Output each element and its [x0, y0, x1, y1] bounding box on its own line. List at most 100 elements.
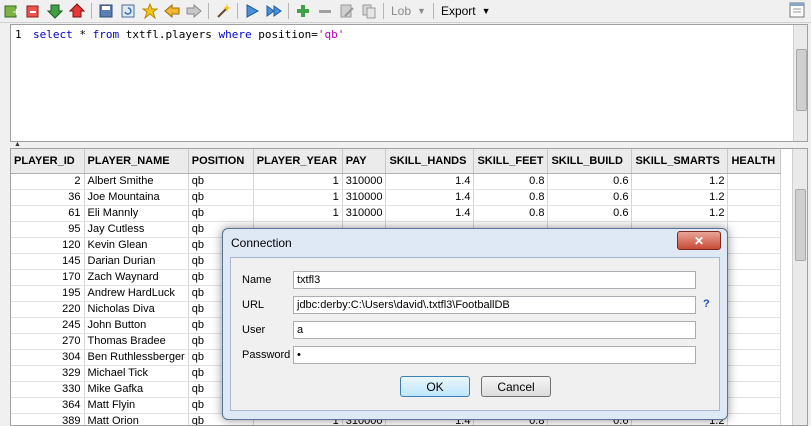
table-row[interactable]: 61 Eli Mannly qb 1 310000 1.4 0.8 0.6 1.2	[11, 205, 782, 222]
column-header[interactable]: SKILL_BUILD	[547, 149, 633, 174]
column-header[interactable]: SKILL_HANDS	[385, 149, 475, 174]
table-cell[interactable]: 270	[11, 333, 85, 350]
table-cell[interactable]	[727, 397, 782, 414]
table-cell[interactable]: Mike Gafka	[84, 381, 189, 398]
table-cell[interactable]: 310000	[342, 173, 387, 190]
export-dropdown[interactable]: Export ▼	[437, 2, 495, 20]
editor-scrollbar[interactable]	[793, 25, 807, 141]
table-cell[interactable]: Andrew HardLuck	[84, 285, 189, 302]
table-cell[interactable]: Kevin Glean	[84, 237, 189, 254]
sql-editor[interactable]: 1 select * from txtfl.players where posi…	[10, 24, 808, 142]
editor-scroll-thumb[interactable]	[796, 49, 807, 111]
table-cell[interactable]: 145	[11, 253, 85, 270]
table-cell[interactable]: 310000	[342, 189, 387, 206]
table-cell[interactable]: Zach Waynard	[84, 269, 189, 286]
table-row[interactable]: 36 Joe Mountaina qb 1 310000 1.4 0.8 0.6 1.2	[11, 189, 782, 206]
table-cell[interactable]: 195	[11, 285, 85, 302]
password-field[interactable]: •	[293, 346, 696, 364]
table-cell[interactable]: Nicholas Diva	[84, 301, 189, 318]
refresh-icon[interactable]	[117, 1, 139, 21]
table-cell[interactable]	[727, 285, 782, 302]
table-cell[interactable]: 170	[11, 269, 85, 286]
table-cell[interactable]: Albert Smithe	[84, 173, 189, 190]
table-cell[interactable]: Michael Tick	[84, 365, 189, 382]
arrow-down-icon[interactable]	[44, 1, 66, 21]
sql-code[interactable]: select * from txtfl.players where positi…	[33, 28, 344, 41]
table-cell[interactable]: 0.6	[547, 173, 633, 190]
table-cell[interactable]: Joe Mountaina	[84, 189, 189, 206]
table-cell[interactable]	[727, 333, 782, 350]
run-all-icon[interactable]	[263, 1, 285, 21]
run-icon[interactable]	[241, 1, 263, 21]
table-cell[interactable]: Darian Durian	[84, 253, 189, 270]
table-cell[interactable]	[727, 317, 782, 334]
table-cell[interactable]: 389	[11, 413, 85, 425]
table-cell[interactable]: 0.8	[473, 173, 549, 190]
table-cell[interactable]: qb	[188, 205, 254, 222]
table-cell[interactable]: John Button	[84, 317, 189, 334]
table-cell[interactable]: 95	[11, 221, 85, 238]
column-header[interactable]: SKILL_SMARTS	[631, 149, 729, 174]
save-icon[interactable]	[95, 1, 117, 21]
window-layout-icon[interactable]	[789, 2, 805, 21]
grid-scrollbar[interactable]	[792, 149, 807, 425]
column-header[interactable]: HEALTH	[727, 149, 782, 174]
table-cell[interactable]: 1	[253, 173, 343, 190]
table-cell[interactable]: Matt Orion	[84, 413, 189, 425]
table-cell[interactable]: 310000	[342, 205, 387, 222]
table-cell[interactable]: 1	[253, 189, 343, 206]
table-cell[interactable]: 220	[11, 301, 85, 318]
back-arrow-icon[interactable]	[161, 1, 183, 21]
table-cell[interactable]: qb	[188, 173, 254, 190]
lob-dropdown[interactable]: Lob ▼	[387, 2, 430, 20]
table-cell[interactable]	[727, 237, 782, 254]
table-row[interactable]: 2 Albert Smithe qb 1 310000 1.4 0.8 0.6 1.2	[11, 173, 782, 190]
table-cell[interactable]: 36	[11, 189, 85, 206]
cancel-button[interactable]: Cancel	[481, 376, 551, 397]
table-cell[interactable]	[727, 381, 782, 398]
column-header[interactable]: POSITION	[188, 149, 254, 174]
help-icon[interactable]: ?	[703, 298, 710, 310]
table-cell[interactable]: 120	[11, 237, 85, 254]
column-header[interactable]: PAY	[342, 149, 387, 174]
table-cell[interactable]	[727, 205, 782, 222]
table-cell[interactable]: 0.8	[473, 205, 549, 222]
table-cell[interactable]: 1.4	[385, 205, 475, 222]
column-header[interactable]: PLAYER_NAME	[84, 149, 189, 174]
table-cell[interactable]: 0.6	[547, 205, 633, 222]
table-cell[interactable]: 1.2	[631, 205, 729, 222]
table-cell[interactable]	[727, 349, 782, 366]
table-cell[interactable]: Thomas Bradee	[84, 333, 189, 350]
star-icon[interactable]	[139, 1, 161, 21]
table-cell[interactable]	[727, 221, 782, 238]
edit-icon[interactable]	[336, 1, 358, 21]
table-cell[interactable]: 2	[11, 173, 85, 190]
name-field[interactable]: txtfl3	[293, 271, 696, 289]
table-cell[interactable]: 1	[253, 205, 343, 222]
close-button[interactable]: ✕	[677, 231, 721, 250]
magic-wand-icon[interactable]	[212, 1, 234, 21]
table-cell[interactable]	[727, 189, 782, 206]
table-cell[interactable]: 0.6	[547, 189, 633, 206]
table-cell[interactable]: 329	[11, 365, 85, 382]
table-cell[interactable]	[727, 253, 782, 270]
table-cell[interactable]: 304	[11, 349, 85, 366]
table-cell[interactable]: 1.4	[385, 173, 475, 190]
table-cell[interactable]	[727, 269, 782, 286]
forward-arrow-icon[interactable]	[183, 1, 205, 21]
table-cell[interactable]: 1.4	[385, 189, 475, 206]
table-cell[interactable]: 1.2	[631, 173, 729, 190]
table-cell[interactable]: 330	[11, 381, 85, 398]
copy-icon[interactable]	[358, 1, 380, 21]
table-cell[interactable]: 61	[11, 205, 85, 222]
column-header[interactable]: PLAYER_YEAR	[253, 149, 343, 174]
table-cell[interactable]: 364	[11, 397, 85, 414]
table-cell[interactable]: Ben Ruthlessberger	[84, 349, 189, 366]
grid-scroll-thumb[interactable]	[795, 189, 806, 261]
add-connection-icon[interactable]: +	[0, 1, 22, 21]
delete-row-icon[interactable]	[314, 1, 336, 21]
column-header[interactable]: PLAYER_ID	[11, 149, 85, 174]
table-cell[interactable]: 1.2	[631, 189, 729, 206]
user-field[interactable]: a	[293, 321, 696, 339]
table-cell[interactable]: 245	[11, 317, 85, 334]
